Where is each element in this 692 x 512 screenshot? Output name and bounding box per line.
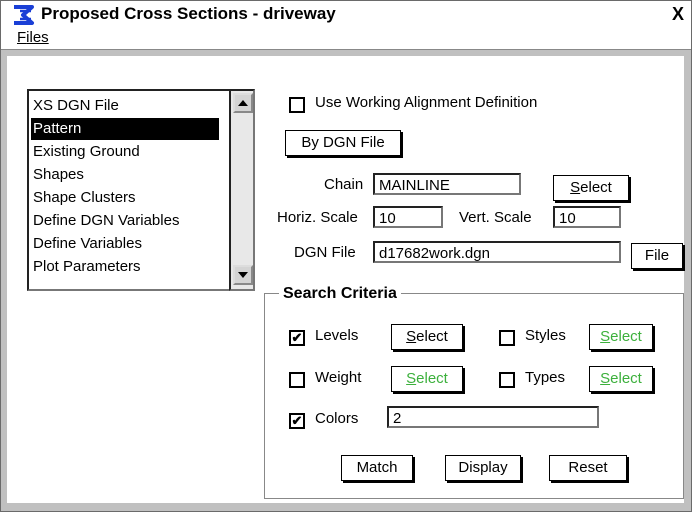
list-scrollbar[interactable] [229, 89, 255, 291]
select-mnemonic: S [600, 370, 611, 387]
select-mnemonic: S [570, 179, 581, 196]
list-item-selected[interactable]: Pattern [31, 118, 219, 140]
match-button[interactable]: Match [341, 455, 413, 481]
weight-select-button[interactable]: Select [391, 366, 463, 392]
use-working-alignment-label: Use Working Alignment Definition [315, 94, 538, 111]
reset-button[interactable]: Reset [549, 455, 627, 481]
vert-scale-label: Vert. Scale [459, 209, 532, 226]
colors-field[interactable]: 2 [387, 406, 599, 428]
display-button[interactable]: Display [445, 455, 521, 481]
styles-select-button[interactable]: Select [589, 324, 653, 350]
file-browse-button[interactable]: File [631, 243, 683, 269]
dgn-file-label: DGN File [294, 244, 356, 261]
menu-files-label: iles [26, 29, 49, 46]
select-mnemonic: S [406, 328, 417, 345]
category-list[interactable]: XS DGN File Pattern Existing Ground Shap… [27, 89, 235, 291]
levels-label: Levels [315, 327, 359, 344]
title-bar[interactable]: Proposed Cross Sections - driveway X [1, 1, 691, 27]
list-item[interactable]: XS DGN File [33, 95, 119, 117]
vert-scale-field[interactable]: 10 [553, 206, 621, 228]
list-item[interactable]: Existing Ground [33, 141, 140, 163]
arrow-up-icon [238, 100, 248, 106]
select-mnemonic: S [406, 370, 417, 387]
dgn-file-field[interactable]: d17682work.dgn [373, 241, 621, 263]
select-mnemonic: S [600, 328, 611, 345]
types-label: Types [525, 369, 566, 386]
use-working-alignment-checkbox[interactable] [289, 97, 305, 113]
chain-field[interactable]: MAINLINE [373, 173, 521, 195]
arrow-down-icon [238, 272, 248, 278]
levels-checkbox[interactable]: ✔ [289, 330, 305, 346]
styles-label: Styles [525, 327, 566, 344]
select-label: elect [610, 328, 642, 345]
horiz-scale-field[interactable]: 10 [373, 206, 443, 228]
select-label: elect [580, 179, 612, 196]
by-dgn-file-button[interactable]: By DGN File [285, 130, 401, 156]
scroll-up-button[interactable] [233, 93, 253, 113]
chain-label: Chain [324, 176, 364, 193]
colors-label: Colors [315, 410, 359, 427]
select-label: elect [416, 328, 448, 345]
levels-select-button[interactable]: Select [391, 324, 463, 350]
types-select-button[interactable]: Select [589, 366, 653, 392]
weight-checkbox[interactable] [289, 372, 305, 388]
menu-bar: Files [1, 27, 691, 50]
select-label: elect [416, 370, 448, 387]
colors-checkbox[interactable]: ✔ [289, 413, 305, 429]
list-item[interactable]: Shapes [33, 164, 84, 186]
scroll-down-button[interactable] [233, 265, 253, 285]
menu-files-mnemonic: F [17, 29, 27, 46]
horiz-scale-label: Horiz. Scale [277, 209, 358, 226]
list-item[interactable]: Shape Clusters [33, 187, 136, 209]
weight-label: Weight [315, 369, 362, 386]
close-button[interactable]: X [669, 4, 687, 24]
types-checkbox[interactable] [499, 372, 515, 388]
list-item[interactable]: Define Variables [33, 233, 142, 255]
list-item[interactable]: Plot Parameters [33, 256, 141, 278]
dialog-window: Proposed Cross Sections - driveway X Fil… [0, 0, 692, 512]
list-item[interactable]: Define DGN Variables [33, 210, 179, 232]
search-criteria-title: Search Criteria [279, 284, 401, 304]
select-label: elect [610, 370, 642, 387]
menu-files[interactable]: Files [17, 28, 49, 48]
chain-select-button[interactable]: Select [553, 175, 629, 201]
app-logo-icon [14, 5, 34, 25]
window-title: Proposed Cross Sections - driveway [41, 4, 336, 23]
styles-checkbox[interactable] [499, 330, 515, 346]
